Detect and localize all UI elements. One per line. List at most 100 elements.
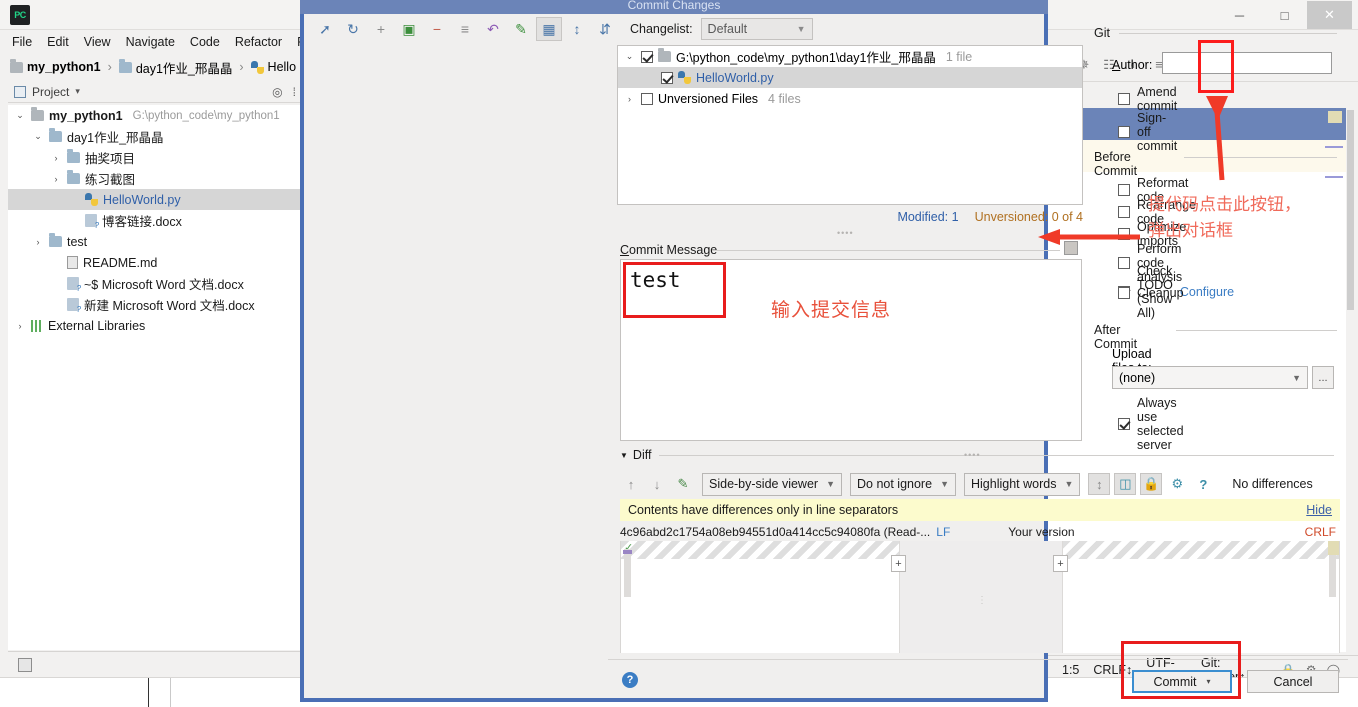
expand-right-button[interactable]: + <box>1053 555 1068 572</box>
tree-item[interactable]: › External Libraries <box>8 315 301 336</box>
chevron-down-icon: ▼ <box>826 479 835 489</box>
expand-arrow-icon[interactable]: › <box>50 153 62 163</box>
docx-file-icon <box>67 298 81 314</box>
author-input[interactable] <box>1162 52 1332 74</box>
help-icon[interactable]: ? <box>1192 473 1214 495</box>
close-icon[interactable]: ✕ <box>1307 1 1352 29</box>
changed-files-list[interactable]: ⌄ G:\python_code\my_python1\day1作业_邢晶晶 1 f… <box>617 45 1083 205</box>
commit-file-row[interactable]: ›HelloWorld.py <box>618 67 1082 88</box>
tree-item[interactable]: ›~$ Microsoft Word 文档.docx <box>8 273 301 294</box>
tree-item[interactable]: ⌄ my_python1 G:\python_code\my_python1 <box>8 105 301 126</box>
author-label: Author: <box>1112 58 1153 72</box>
cancel-button[interactable]: Cancel <box>1247 670 1339 693</box>
commit-file-label: Unversioned Files <box>658 91 759 106</box>
caret-position[interactable]: 1:5 <box>1062 663 1079 677</box>
checkbox-icon[interactable] <box>661 71 673 84</box>
next-difference-icon[interactable]: ↓ <box>646 473 668 495</box>
checkbox-icon[interactable] <box>641 92 653 105</box>
always-use-server-checkbox[interactable]: Always use selected server <box>1118 396 1184 452</box>
terminal-icon[interactable] <box>18 657 32 672</box>
browse-servers-button[interactable]: ... <box>1312 366 1334 389</box>
cleanup-checkbox[interactable]: Cleanup <box>1118 286 1184 300</box>
expand-left-button[interactable]: + <box>891 555 906 572</box>
tree-item[interactable]: › 练习截图 <box>8 168 301 189</box>
right-marker-square <box>1328 541 1339 555</box>
readonly-lock-icon[interactable]: 🔒 <box>1140 473 1163 495</box>
always-use-server-label: Always use selected server <box>1137 396 1184 452</box>
checkbox-icon[interactable] <box>641 50 653 63</box>
tree-item[interactable]: › 抽奖项目 <box>8 147 301 168</box>
expand-arrow-icon[interactable]: › <box>50 174 62 184</box>
ignore-mode-select[interactable]: Do not ignore ▼ <box>850 472 956 496</box>
upload-server-select[interactable]: (none) ▼ <box>1112 366 1308 389</box>
menu-item-file[interactable]: File <box>12 35 32 49</box>
expand-arrow-icon[interactable]: ⌄ <box>14 110 26 121</box>
menu-item-code[interactable]: Code <box>190 35 220 49</box>
commit-file-row[interactable]: ⌄ G:\python_code\my_python1\day1作业_邢晶晶 1 f… <box>618 46 1082 67</box>
hide-warning-link[interactable]: Hide <box>1306 503 1332 517</box>
collapse-unchanged-icon[interactable]: ↕ <box>1088 473 1111 495</box>
amend-commit-label: Amend commit <box>1137 85 1178 113</box>
preview-icon[interactable]: ▦ <box>536 17 562 41</box>
remove-icon[interactable]: − <box>424 17 450 41</box>
folder-icon <box>118 58 132 73</box>
history-icon[interactable] <box>1064 241 1078 255</box>
side-by-side-icon[interactable]: ◫ <box>1114 473 1137 495</box>
minimize-icon[interactable]: ─ <box>1217 1 1262 29</box>
tree-item[interactable]: ›README.md <box>8 252 301 273</box>
expand-arrow-icon[interactable]: › <box>623 94 636 104</box>
group-by-icon[interactable]: ≡ <box>452 17 478 41</box>
project-tree[interactable]: ⌄ my_python1 G:\python_code\my_python1 ⌄ day… <box>8 105 302 650</box>
splitter-handle[interactable]: •••• <box>964 450 981 460</box>
help-icon[interactable]: ? <box>622 672 638 688</box>
tree-item[interactable]: ⌄ day1作业_邢晶晶 <box>8 126 301 147</box>
menu-item-view[interactable]: View <box>84 35 111 49</box>
move-to-changelist-icon[interactable]: ✎ <box>508 17 534 41</box>
refresh-icon[interactable]: ↻ <box>340 17 366 41</box>
breadcrumb-item-project[interactable]: my_python1 <box>10 58 101 74</box>
changelist-select[interactable]: Default ▼ <box>700 18 813 40</box>
tree-item[interactable]: ›博客链接.docx <box>8 210 301 231</box>
menu-item-navigate[interactable]: Navigate <box>126 35 175 49</box>
collapse-icon[interactable]: ⁞ <box>293 85 296 99</box>
settings-icon[interactable]: ⚙ <box>1166 473 1188 495</box>
configure-link[interactable]: Configure <box>1180 285 1234 299</box>
menu-item-edit[interactable]: Edit <box>47 35 69 49</box>
docx-file-icon <box>85 214 99 230</box>
add-icon[interactable]: + <box>368 17 394 41</box>
collapse-all-icon[interactable]: ⇵ <box>592 17 618 41</box>
breadcrumb-item-file[interactable]: Hello <box>250 60 296 74</box>
target-icon[interactable]: ◎ <box>272 85 282 99</box>
expand-arrow-icon[interactable]: ⌄ <box>32 131 44 142</box>
show-diff-icon[interactable]: ➚ <box>312 17 338 41</box>
highlight-mode-select[interactable]: Highlight words ▼ <box>963 472 1081 496</box>
expand-arrow-icon[interactable]: › <box>32 237 44 247</box>
diff-viewer[interactable]: ✓ + + ⋮ <box>620 541 1340 653</box>
signoff-commit-checkbox[interactable]: Sign-off commit <box>1118 111 1177 153</box>
amend-commit-checkbox[interactable]: Amend commit <box>1118 85 1177 113</box>
chevron-down-icon[interactable]: ▾ <box>75 86 80 97</box>
expand-arrow-icon[interactable]: ⌄ <box>623 51 636 62</box>
previous-difference-icon[interactable]: ↑ <box>620 473 642 495</box>
tree-item[interactable]: ›HelloWorld.py <box>8 189 301 210</box>
revert-icon[interactable]: ▣ <box>396 17 422 41</box>
commit-message-annotation: 输入提交信息 <box>771 300 892 321</box>
commit-dialog-toolbar[interactable]: ➚ ↻ + ▣ − ≡ ↶ ✎ ▦ ↕ ⇵ Changelist: Defaul… <box>312 14 1042 44</box>
menu-item-refactor[interactable]: Refactor <box>235 35 282 49</box>
viewer-mode-select[interactable]: Side-by-side viewer ▼ <box>702 472 842 496</box>
splitter-handle[interactable]: •••• <box>837 228 854 238</box>
editor-selected-line <box>1048 108 1346 140</box>
python-file-icon <box>250 60 264 74</box>
tree-item[interactable]: ›新建 Microsoft Word 文档.docx <box>8 294 301 315</box>
diff-toolbar[interactable]: ↑ ↓ ✎ Side-by-side viewer ▼ Do not ignor… <box>620 470 1340 498</box>
tree-item[interactable]: › test <box>8 231 301 252</box>
diff-section-header[interactable]: ▼ Diff <box>620 448 651 462</box>
expand-arrow-icon[interactable]: › <box>14 321 26 331</box>
expand-all-icon[interactable]: ↕ <box>564 17 590 41</box>
maximize-icon[interactable]: □ <box>1262 1 1307 29</box>
commit-file-row[interactable]: › Unversioned Files 4 files <box>618 88 1082 109</box>
rollback-icon[interactable]: ↶ <box>480 17 506 41</box>
chevron-down-icon: ▼ <box>620 450 628 460</box>
breadcrumb-item-folder[interactable]: day1作业_邢晶晶 <box>118 58 232 77</box>
jump-to-source-icon[interactable]: ✎ <box>672 473 694 495</box>
